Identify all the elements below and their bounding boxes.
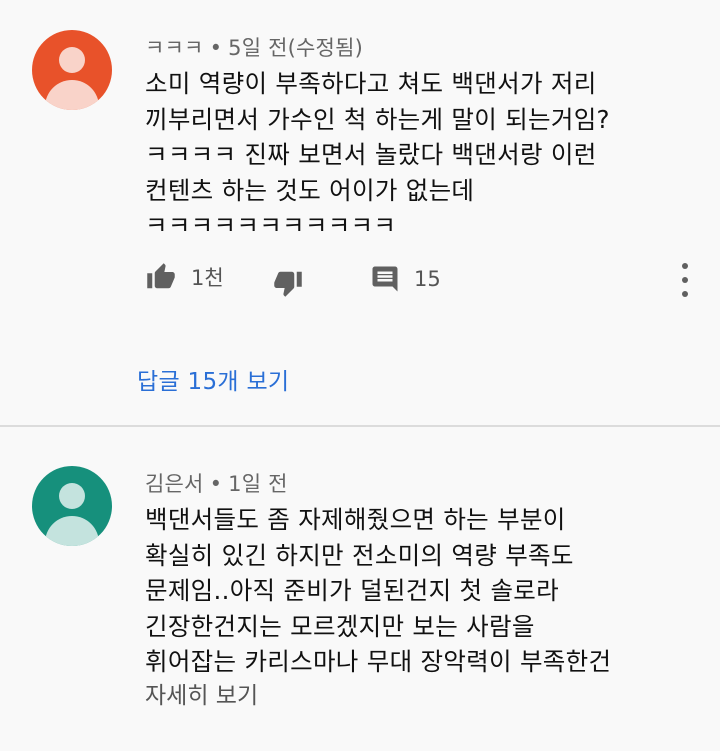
author-name[interactable]: 김은서 xyxy=(145,472,204,496)
more-dot xyxy=(682,263,688,269)
comment-line: 백댄서들도 좀 자제해줬으면 하는 부분이 xyxy=(145,505,566,534)
dislike-button[interactable] xyxy=(272,268,304,298)
avatar[interactable] xyxy=(32,466,112,546)
comment-meta: 김은서 • 1일 전 xyxy=(145,468,288,498)
author-name[interactable]: ㅋㅋㅋ xyxy=(145,36,204,60)
reply-icon xyxy=(372,266,398,292)
comment-line: 긴장한건지는 모르겠지만 보는 사람을 xyxy=(145,611,535,641)
read-more-link[interactable]: 자세히 보기 xyxy=(145,676,258,710)
meta-separator: • xyxy=(209,36,223,60)
comment-meta: ㅋㅋㅋ • 5일 전(수정됨) xyxy=(145,32,363,62)
comment-line: 컨텐츠 하는 것도 어이가 없는데 xyxy=(145,175,475,205)
reply-count: 15 xyxy=(414,267,441,291)
reply-button[interactable]: 15 xyxy=(370,264,441,294)
more-dot xyxy=(682,291,688,297)
avatar-head-shape xyxy=(59,483,85,509)
view-replies-link[interactable]: 답글 15개 보기 xyxy=(137,362,289,396)
comment-divider xyxy=(0,425,720,427)
comment-line: 소미 역량이 부족하다고 쳐도 백댄서가 저리 xyxy=(145,69,597,98)
comment-line: 끼부리면서 가수인 척 하는게 말이 되는거임? xyxy=(145,104,610,134)
comments-page: ㅋㅋㅋ • 5일 전(수정됨) 소미 역량이 부족하다고 쳐도 백댄서가 저리 끼부… xyxy=(0,0,720,751)
like-icon xyxy=(147,263,175,289)
like-count: 1천 xyxy=(191,266,224,290)
comment-line: ㅋㅋㅋㅋ 진짜 보면서 놀랐다 백댄서랑 이런 xyxy=(145,140,597,169)
comment-text: 소미 역량이 부족하다고 쳐도 백댄서가 저리 끼부리면서 가수인 척 하는게 … xyxy=(145,66,705,244)
avatar[interactable] xyxy=(32,30,112,110)
avatar-body-shape xyxy=(45,80,99,110)
meta-separator: • xyxy=(209,472,223,496)
more-vert-icon[interactable] xyxy=(672,263,698,297)
avatar-head-shape xyxy=(59,47,85,73)
comment-line: 휘어잡는 카리스마나 무대 장악력이 부족한건 xyxy=(145,647,612,676)
comment-line: ㅋㅋㅋㅋㅋㅋㅋㅋㅋㅋㅋ xyxy=(145,211,397,240)
comment-text: 백댄서들도 좀 자제해줬으면 하는 부분이 확실히 있긴 하지만 전소미의 역량… xyxy=(145,502,705,680)
comment-time: 5일 전(수정됨) xyxy=(228,36,363,60)
comment-line: 확실히 있긴 하지만 전소미의 역량 부족도 xyxy=(145,540,574,570)
like-button[interactable]: 1천 xyxy=(145,262,224,292)
comment-line: 문제임..아직 준비가 덜된건지 첫 솔로라 xyxy=(145,576,559,605)
avatar-body-shape xyxy=(45,516,99,546)
dislike-icon xyxy=(274,271,302,297)
comment-time: 1일 전 xyxy=(228,472,288,496)
more-dot xyxy=(682,277,688,283)
